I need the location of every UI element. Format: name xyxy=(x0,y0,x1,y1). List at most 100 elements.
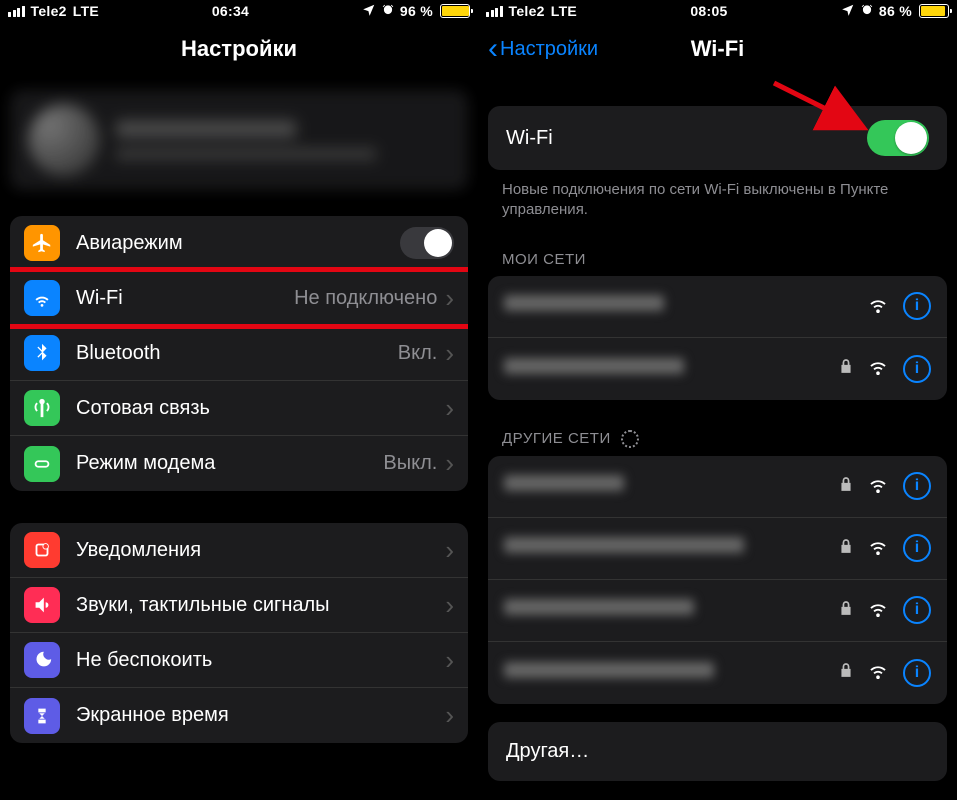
chevron-right-icon: › xyxy=(445,645,454,676)
known-network-row[interactable]: i xyxy=(488,276,947,338)
cellular-row[interactable]: Сотовая связь › xyxy=(10,381,468,436)
other-network-label: Другая… xyxy=(506,740,589,762)
battery-icon xyxy=(440,4,470,18)
network-name-blurred xyxy=(504,475,839,497)
sounds-label: Звуки, тактильные сигналы xyxy=(76,594,445,617)
known-network-row[interactable]: i xyxy=(488,338,947,400)
hotspot-label: Режим модема xyxy=(76,452,383,475)
network-info-button[interactable]: i xyxy=(903,472,931,500)
wifi-row[interactable]: Wi-Fi Не подключено › xyxy=(10,271,468,326)
hotspot-value: Выкл. xyxy=(383,452,437,475)
screentime-row[interactable]: Экранное время › xyxy=(10,688,468,743)
settings-group-notifications: Уведомления › Звуки, тактильные сигналы … xyxy=(10,523,468,743)
settings-title: Настройки xyxy=(181,36,297,62)
carrier-label: Tele2 xyxy=(509,3,545,19)
wifi-note: Новые подключения по сети Wi-Fi выключен… xyxy=(478,180,957,239)
chevron-right-icon: › xyxy=(445,590,454,621)
sounds-row[interactable]: Звуки, тактильные сигналы › xyxy=(10,578,468,633)
wifi-toggle-label: Wi-Fi xyxy=(506,127,867,150)
network-name-blurred xyxy=(504,662,839,684)
other-networks-header: ДРУГИЕ СЕТИ xyxy=(478,418,957,456)
network-name-blurred xyxy=(504,537,839,559)
status-bar-left: Tele2 LTE 06:34 96 % xyxy=(0,0,478,22)
network-info-button[interactable]: i xyxy=(903,659,931,687)
bluetooth-row[interactable]: Bluetooth Вкл. › xyxy=(10,326,468,381)
chevron-left-icon: ‹ xyxy=(488,34,498,64)
other-network-row[interactable]: i xyxy=(488,456,947,518)
cellular-icon xyxy=(24,390,60,426)
profile-card[interactable] xyxy=(10,90,468,190)
network-info-button[interactable]: i xyxy=(903,355,931,383)
nav-header-settings: Настройки xyxy=(0,22,478,76)
wifi-signal-icon xyxy=(867,357,889,380)
signal-icon xyxy=(8,6,25,17)
other-networks-group: i i i i xyxy=(488,456,947,704)
screentime-label: Экранное время xyxy=(76,704,445,727)
wifi-icon xyxy=(24,280,60,316)
wifi-signal-icon xyxy=(867,661,889,684)
network-name-blurred xyxy=(504,599,839,621)
dnd-row[interactable]: Не беспокоить › xyxy=(10,633,468,688)
back-label: Настройки xyxy=(500,38,598,61)
cellular-label: Сотовая связь xyxy=(76,397,445,420)
status-time: 08:05 xyxy=(577,3,841,19)
battery-pct: 96 % xyxy=(400,3,433,19)
bluetooth-icon xyxy=(24,335,60,371)
lock-icon xyxy=(839,476,853,497)
other-network-row[interactable]: i xyxy=(488,518,947,580)
lock-icon xyxy=(839,358,853,379)
wifi-signal-icon xyxy=(867,295,889,318)
network-info-button[interactable]: i xyxy=(903,534,931,562)
notifications-row[interactable]: Уведомления › xyxy=(10,523,468,578)
my-networks-group: i i xyxy=(488,276,947,400)
carrier-label: Tele2 xyxy=(31,3,67,19)
network-name-blurred xyxy=(504,295,867,317)
network-info-button[interactable]: i xyxy=(903,292,931,320)
chevron-right-icon: › xyxy=(445,338,454,369)
bluetooth-label: Bluetooth xyxy=(76,342,398,365)
airplane-icon xyxy=(24,225,60,261)
spinner-icon xyxy=(621,430,639,448)
other-network-row[interactable]: i xyxy=(488,642,947,704)
settings-screen: Tele2 LTE 06:34 96 % Настройки xyxy=(0,0,478,800)
wifi-master-toggle-row[interactable]: Wi-Fi xyxy=(488,106,947,170)
network-info-button[interactable]: i xyxy=(903,596,931,624)
dnd-icon xyxy=(24,642,60,678)
avatar xyxy=(28,104,100,176)
airplane-mode-row[interactable]: Авиарежим xyxy=(10,216,468,271)
wifi-title: Wi-Fi xyxy=(691,36,745,62)
hotspot-icon xyxy=(24,446,60,482)
status-bar-right: Tele2 LTE 08:05 86 % xyxy=(478,0,957,22)
nav-header-wifi: ‹ Настройки Wi-Fi xyxy=(478,22,957,76)
wifi-signal-icon xyxy=(867,475,889,498)
other-network-button[interactable]: Другая… xyxy=(488,722,947,781)
notifications-icon xyxy=(24,532,60,568)
bluetooth-value: Вкл. xyxy=(398,342,438,365)
network-label: LTE xyxy=(73,3,99,19)
lock-icon xyxy=(839,600,853,621)
wifi-label: Wi-Fi xyxy=(76,287,294,310)
wifi-signal-icon xyxy=(867,599,889,622)
dnd-label: Не беспокоить xyxy=(76,649,445,672)
location-icon xyxy=(841,3,855,20)
battery-pct: 86 % xyxy=(879,3,912,19)
back-button[interactable]: ‹ Настройки xyxy=(488,34,598,64)
network-label: LTE xyxy=(551,3,577,19)
wifi-signal-icon xyxy=(867,537,889,560)
wifi-master-toggle[interactable] xyxy=(867,120,929,156)
status-time: 06:34 xyxy=(99,3,362,19)
hotspot-row[interactable]: Режим модема Выкл. › xyxy=(10,436,468,491)
chevron-right-icon: › xyxy=(445,700,454,731)
sounds-icon xyxy=(24,587,60,623)
chevron-right-icon: › xyxy=(445,535,454,566)
settings-group-connectivity: Авиарежим Wi-Fi Не подключено › Bluetoot… xyxy=(10,216,468,491)
other-network-row[interactable]: i xyxy=(488,580,947,642)
chevron-right-icon: › xyxy=(445,283,454,314)
network-name-blurred xyxy=(504,358,839,380)
chevron-right-icon: › xyxy=(445,393,454,424)
location-icon xyxy=(362,3,376,20)
airplane-label: Авиарежим xyxy=(76,232,400,255)
chevron-right-icon: › xyxy=(445,448,454,479)
wifi-value: Не подключено xyxy=(294,287,437,310)
airplane-toggle[interactable] xyxy=(400,227,454,259)
